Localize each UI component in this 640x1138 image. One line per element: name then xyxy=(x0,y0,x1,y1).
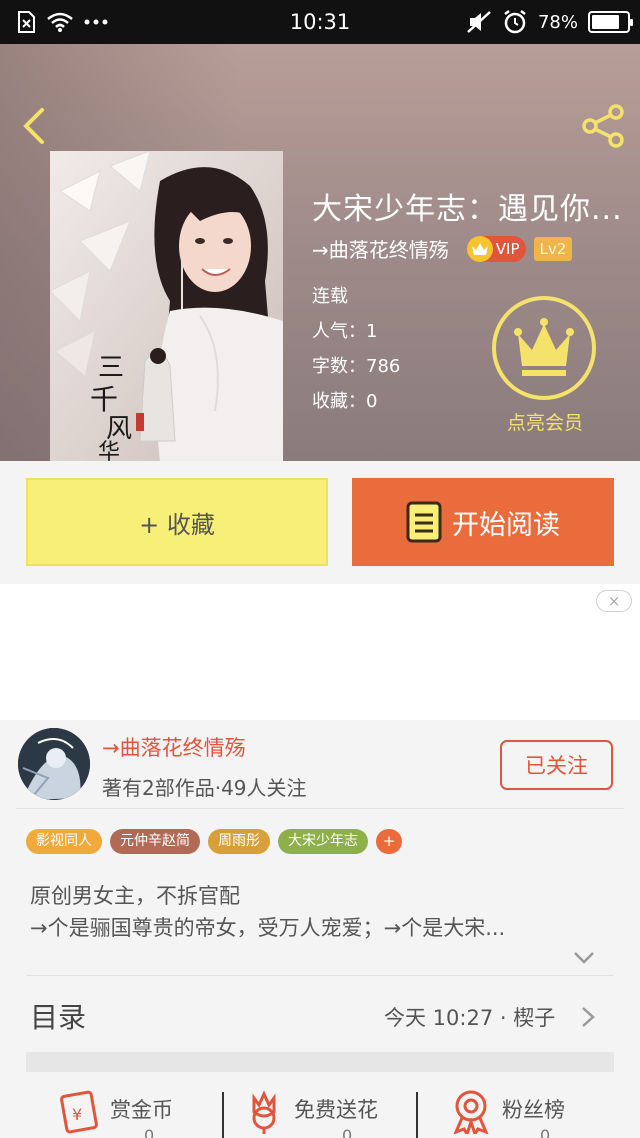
divider xyxy=(16,808,624,809)
ad-area xyxy=(0,584,640,720)
member-crown-button[interactable] xyxy=(492,296,596,400)
vip-badge: VIP xyxy=(466,235,526,262)
medal-icon xyxy=(453,1090,489,1134)
fans-label: 粉丝榜 xyxy=(502,1098,565,1122)
tag[interactable]: 影视同人 xyxy=(26,829,102,854)
reward-label: 赏金币 xyxy=(110,1098,173,1122)
bottom-actions: ¥ 赏金币 0 免费送花 0 粉丝榜 0 xyxy=(0,1088,640,1138)
vip-crown-icon xyxy=(466,235,493,262)
red-envelope-icon: ¥ xyxy=(60,1090,98,1134)
send-flower-button[interactable]: 免费送花 0 xyxy=(242,1088,378,1138)
chevron-right-icon[interactable] xyxy=(580,1006,596,1028)
start-reading-button[interactable]: 开始阅读 xyxy=(352,478,614,566)
section-divider-bar xyxy=(26,1052,614,1072)
reward-coins-button[interactable]: ¥ 赏金币 0 xyxy=(56,1088,173,1138)
book-popularity: 人气：1 xyxy=(312,321,378,342)
chevron-down-icon[interactable] xyxy=(572,950,596,966)
author-row: →曲落花终情殇 VIP Lv2 xyxy=(312,234,573,263)
add-tag-button[interactable]: + xyxy=(376,829,402,854)
book-favorites: 收藏：0 xyxy=(312,391,378,412)
level-badge: Lv2 xyxy=(533,236,573,261)
status-bar: 10:31 78% xyxy=(0,0,640,44)
follow-button[interactable]: 已关注 xyxy=(500,740,613,790)
tag[interactable]: 元仲辛赵简 xyxy=(110,829,200,854)
separator xyxy=(416,1092,418,1138)
fans-count: 0 xyxy=(540,1126,551,1138)
alarm-icon xyxy=(504,10,526,34)
book-cover[interactable]: 三 千 风 华 xyxy=(50,151,283,461)
book-header: 三 千 风 华 大宋少年志：遇见你... →曲落花终情殇 VIP Lv2 连载 … xyxy=(0,44,640,461)
reward-count: 0 xyxy=(144,1126,155,1138)
svg-text:华: 华 xyxy=(98,440,120,461)
book-title: 大宋少年志：遇见你... xyxy=(312,192,623,227)
flower-label: 免费送花 xyxy=(294,1098,378,1122)
book-status: 连载 xyxy=(312,286,348,307)
author-avatar[interactable] xyxy=(18,728,90,800)
intro-line-1: 原创男女主，不拆官配 xyxy=(30,884,240,908)
tag[interactable]: 周雨彤 xyxy=(208,829,270,854)
divider xyxy=(26,975,614,976)
battery-icon xyxy=(588,11,633,33)
ad-close-button[interactable]: × xyxy=(596,590,632,612)
status-right: 78% xyxy=(466,9,633,35)
battery-fill xyxy=(592,15,619,29)
tag-list: 影视同人 元仲辛赵简 周雨彤 大宋少年志 + xyxy=(26,829,402,854)
mute-icon xyxy=(467,11,491,33)
share-icon[interactable] xyxy=(580,102,628,150)
member-label[interactable]: 点亮会员 xyxy=(470,408,620,435)
toc-latest-chapter[interactable]: 今天 10:27 · 楔子 xyxy=(384,1002,555,1032)
intro-line-2: →个是骊国尊贵的帝女，受万人宠爱；→个是大宋... xyxy=(30,916,506,940)
crown-icon xyxy=(514,318,574,376)
battery-percent: 78% xyxy=(537,11,578,33)
svg-text:¥: ¥ xyxy=(72,1105,82,1124)
separator xyxy=(222,1092,224,1138)
back-arrow-icon[interactable] xyxy=(18,106,48,146)
author-stats: 著有2部作品·49人关注 xyxy=(102,776,307,800)
fan-ranking-button[interactable]: 粉丝榜 0 xyxy=(448,1088,565,1138)
cover-art: 三 千 风 华 xyxy=(50,151,283,461)
start-reading-label: 开始阅读 xyxy=(452,509,560,541)
flower-icon xyxy=(252,1090,276,1134)
book-icon xyxy=(406,501,442,543)
svg-text:千: 千 xyxy=(90,383,118,416)
collect-button[interactable]: + 收藏 xyxy=(26,478,328,566)
tag[interactable]: 大宋少年志 xyxy=(278,829,368,854)
book-word-count: 字数：786 xyxy=(312,356,401,377)
flower-count: 0 xyxy=(342,1126,353,1138)
vip-label: VIP xyxy=(495,239,520,258)
toc-label[interactable]: 目录 xyxy=(30,996,86,1036)
author-name[interactable]: →曲落花终情殇 xyxy=(102,732,246,762)
book-intro[interactable]: 原创男女主，不拆官配 →个是骊国尊贵的帝女，受万人宠爱；→个是大宋... xyxy=(30,880,600,944)
book-author[interactable]: →曲落花终情殇 xyxy=(312,234,449,263)
avatar-image xyxy=(18,728,90,800)
svg-text:三: 三 xyxy=(98,353,124,383)
